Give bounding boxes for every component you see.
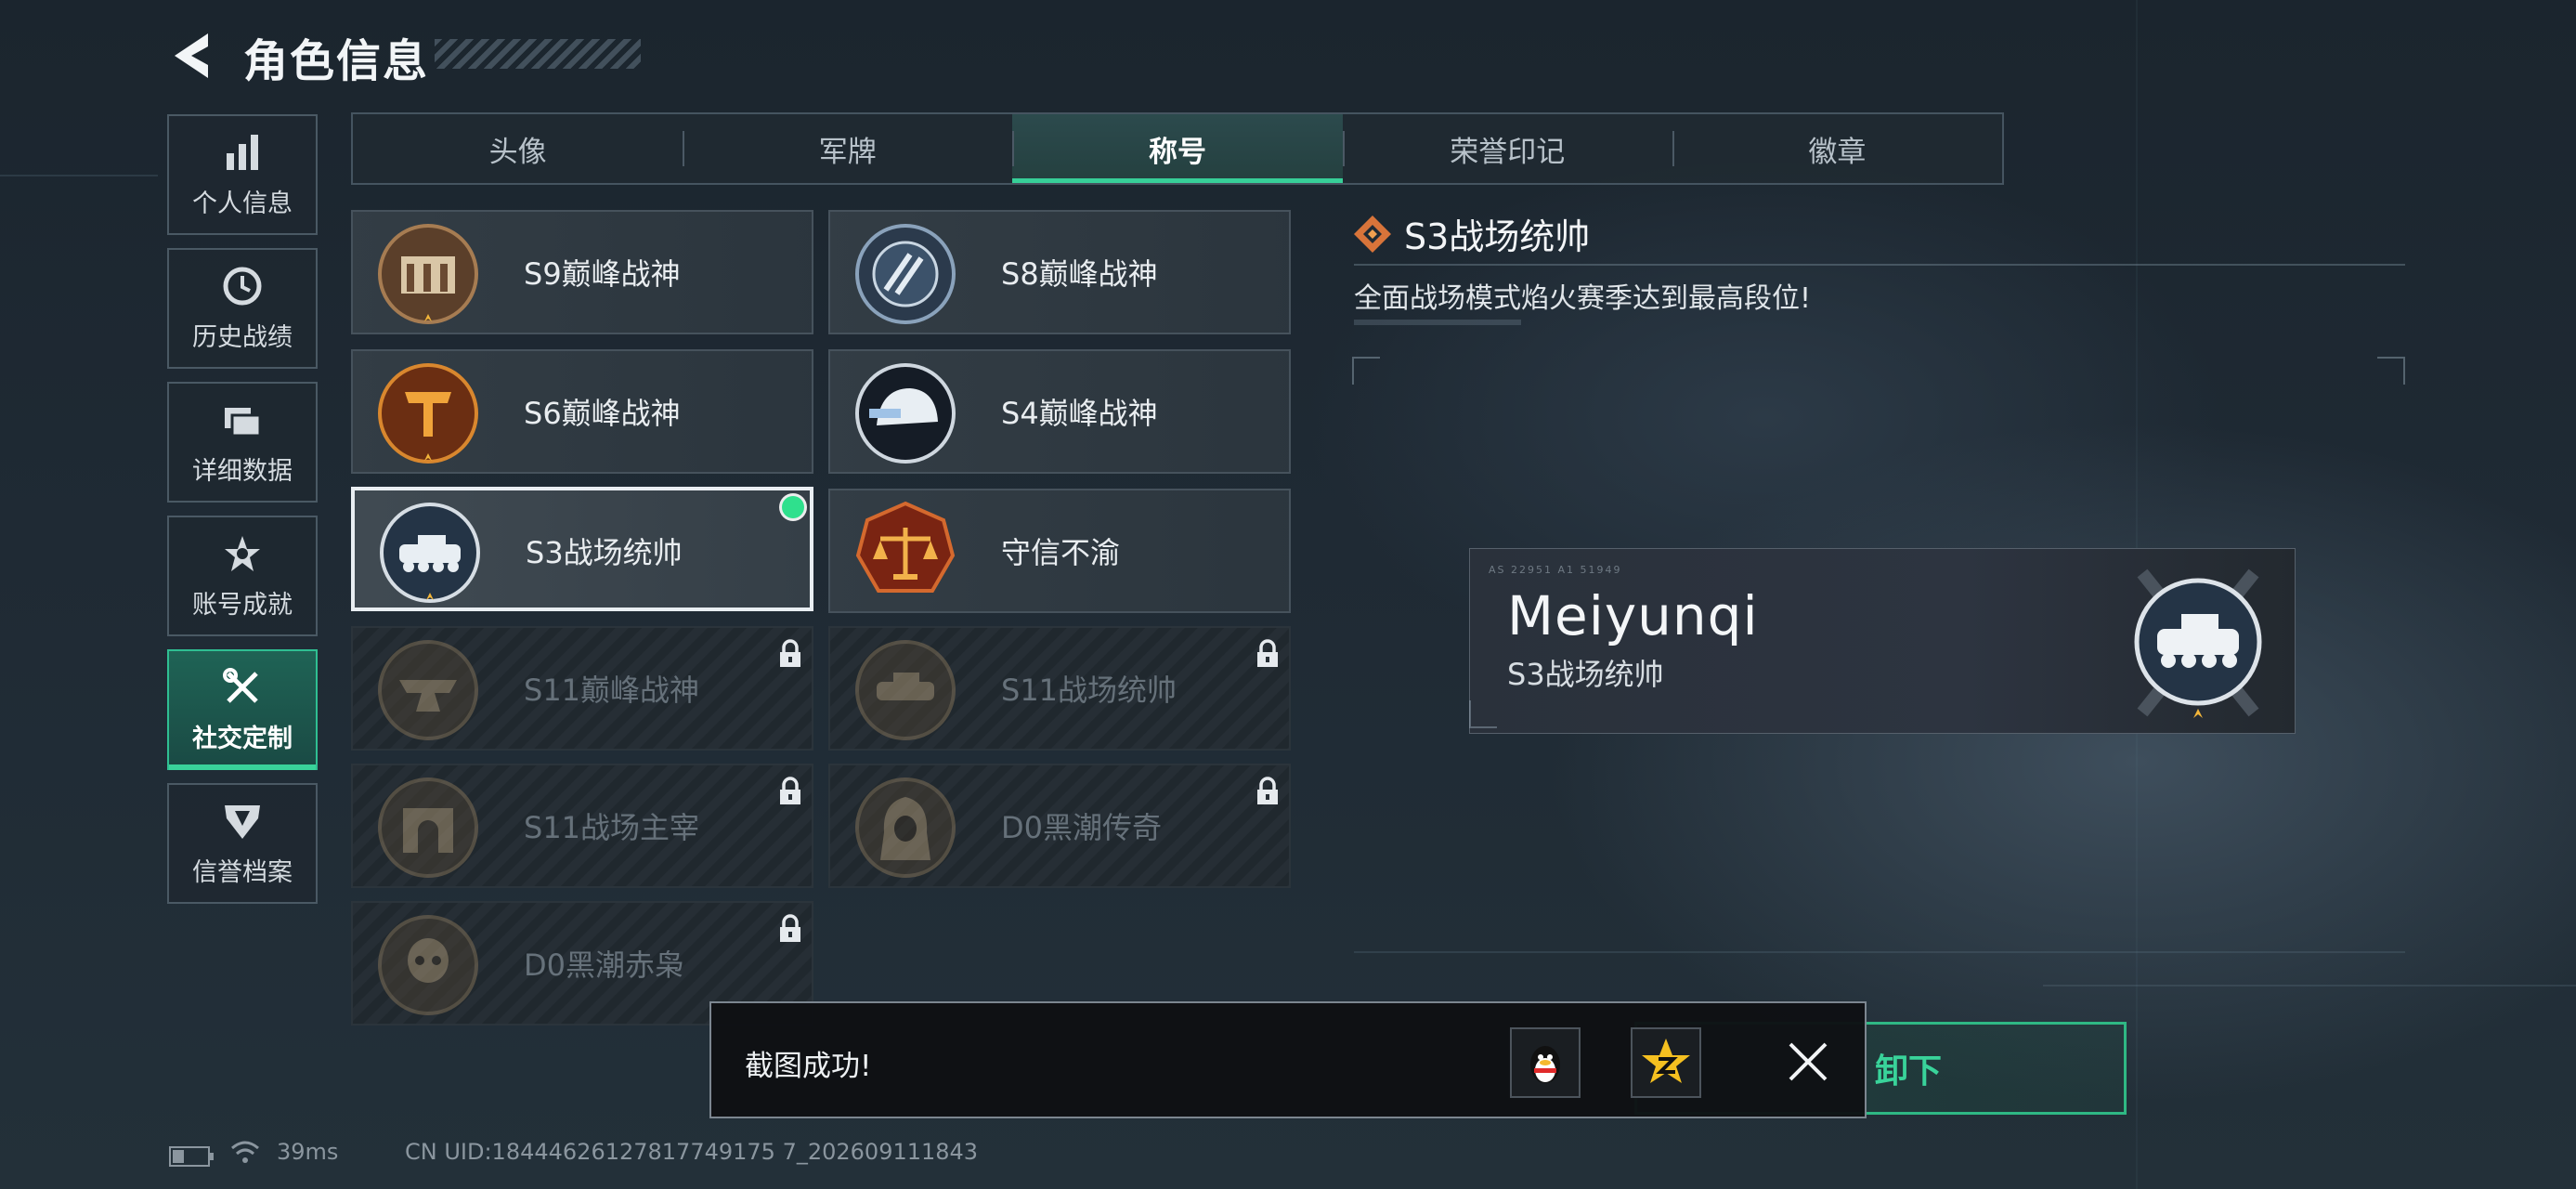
wifi-icon [231,1141,259,1163]
title-label: D0黑潮赤枭 [524,947,685,983]
title-diamond-icon [1354,216,1391,253]
lock-icon [780,914,800,942]
back-button[interactable] [167,28,223,84]
detail-description: 全面战场模式焰火赛季达到最高段位! [1354,282,1812,315]
tools-icon [223,667,258,703]
title-label: S11战场统帅 [1001,673,1177,708]
tab-badge[interactable]: 徽章 [1672,114,2002,183]
lock-icon [780,777,800,804]
preview-frame-corner [2377,357,2405,385]
ping-readout: 39ms [277,1139,339,1165]
title-card-locked[interactable]: S11战场主宰 [351,764,813,888]
scales-emblem-icon [855,501,956,593]
anvil-emblem-icon [378,640,478,740]
nav-item-detailed-data[interactable]: 详细数据 [167,382,318,503]
deco-line [2043,985,2576,986]
achievement-star-icon [225,535,260,571]
share-qq-button[interactable] [1510,1027,1581,1098]
tank-emblem-icon [2134,568,2262,718]
toast-message: 截图成功! [745,1050,872,1083]
title-card-locked[interactable]: S11巅峰战神 [351,626,813,751]
t-crest-emblem-icon [378,363,478,464]
deco-line [0,175,158,176]
close-icon[interactable] [1785,1039,1831,1085]
nav-item-credit-record[interactable]: 信誉档案 [167,783,318,904]
preview-frame-corner [1352,357,1380,385]
unequip-label: 卸下 [1874,1052,1942,1091]
title-card[interactable]: S9巅峰战神 [351,210,813,334]
title-label: S3战场统帅 [526,535,683,570]
nameplate-title: S3战场统帅 [1507,657,1664,692]
title-label: 守信不渝 [1001,535,1121,570]
skull-emblem-icon [378,915,478,1015]
tab-honor-mark[interactable]: 荣誉印记 [1342,114,1672,183]
tab-bar: 头像 军牌 称号 荣誉印记 徽章 [351,112,2004,185]
nav-label: 社交定制 [192,724,293,753]
title-label: S9巅峰战神 [524,256,681,292]
nav-label: 账号成就 [192,590,293,620]
tab-avatar[interactable]: 头像 [353,114,683,183]
folder-icon [225,407,262,437]
title-card-locked[interactable]: D0黑潮传奇 [828,764,1291,888]
nameplate-fine-print: AS 22951 A1 51949 [1489,564,1622,576]
stripes-emblem-icon [855,224,956,324]
title-label: D0黑潮传奇 [1001,810,1163,845]
nameplate-frame-corner [1469,700,1497,728]
title-label: S4巅峰战神 [1001,396,1158,431]
title-card[interactable]: S4巅峰战神 [828,349,1291,474]
title-card[interactable]: 守信不渝 [828,489,1291,613]
title-card-selected[interactable]: S3战场统帅 [351,487,813,611]
tank-emblem-icon [380,503,480,603]
title-card[interactable]: S6巅峰战神 [351,349,813,474]
nameplate-preview: AS 22951 A1 51949 Meiyunqi S3战场统帅 [1469,548,2296,734]
tab-title[interactable]: 称号 [1012,114,1343,183]
arch-emblem-icon [378,777,478,878]
nav-label: 个人信息 [192,189,293,218]
nav-item-social-custom[interactable]: 社交定制 [167,649,318,770]
building-emblem-icon [378,224,478,324]
uid-readout: CN UID:18444626127817749175 7_2026091118… [405,1139,979,1165]
clock-icon [223,267,262,305]
share-qzone-button[interactable] [1631,1027,1701,1098]
lock-icon [1257,639,1278,667]
title-label: S11巅峰战神 [524,673,700,708]
title-label: S8巅峰战神 [1001,256,1158,292]
nav-item-personal-info[interactable]: 个人信息 [167,114,318,235]
title-label: S11战场主宰 [524,810,700,845]
title-card-locked[interactable]: S11战场统帅 [828,626,1291,751]
title-label: S6巅峰战神 [524,396,681,431]
lock-icon [780,639,800,667]
page-title: 角色信息 [243,35,430,87]
screenshot-toast: 截图成功! [709,1001,1867,1118]
divider [1354,264,2405,266]
battery-icon [169,1146,214,1167]
detail-title: S3战场统帅 [1404,216,1591,257]
nav-label: 信誉档案 [192,857,293,887]
divider [1354,951,2405,953]
tank-emblem-icon [855,640,956,740]
nav-label: 历史战绩 [192,322,293,352]
nav-label: 详细数据 [192,456,293,486]
qzone-star-icon [1642,1039,1690,1083]
decorative-bar [1354,320,1521,325]
nav-item-history[interactable]: 历史战绩 [167,248,318,369]
bar-chart-icon [227,134,258,170]
helmet-emblem-icon [855,363,956,464]
back-arrow-icon [175,33,208,78]
title-decoration [435,39,641,69]
nav-item-achievements[interactable]: 账号成就 [167,516,318,636]
equipped-indicator [782,496,804,518]
qq-penguin-icon [1530,1046,1560,1083]
hooded-figure-emblem-icon [855,777,956,878]
tab-dog-tag[interactable]: 军牌 [683,114,1012,183]
player-name: Meiyunqi [1507,584,1759,647]
lock-icon [1257,777,1278,804]
shield-badge-icon [225,804,260,839]
title-card[interactable]: S8巅峰战神 [828,210,1291,334]
